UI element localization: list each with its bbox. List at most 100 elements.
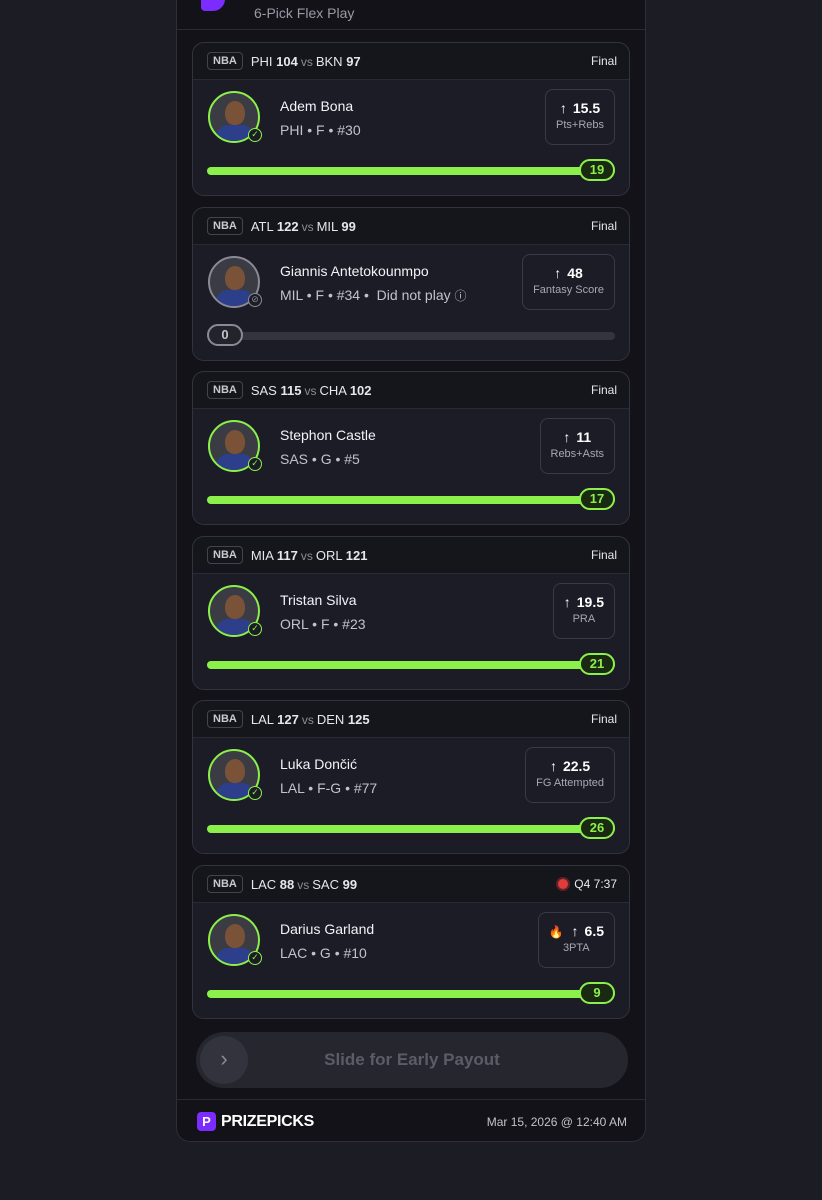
- pick-card[interactable]: NBA PHI 104 vs BKN 97 Final ✓ Adem Bona PH…: [192, 42, 630, 196]
- projection-value: 48: [567, 265, 583, 281]
- team1-abbr: MIA: [250, 547, 274, 563]
- game-status-text: Final: [590, 383, 617, 397]
- game-status: Final: [591, 219, 617, 233]
- game-status: Final: [591, 54, 617, 68]
- pick-card[interactable]: NBA ATL 122 vs MIL 99 Final ⊘ Giannis Ante…: [192, 207, 630, 361]
- progress-track: [207, 332, 615, 340]
- progress-track: [207, 661, 615, 669]
- player-details: PHI • F • #30: [280, 122, 361, 138]
- team2-score: 99: [341, 218, 356, 234]
- arrow-up-icon: ↑: [571, 923, 579, 939]
- team1-abbr: SAS: [250, 382, 277, 398]
- pick-card[interactable]: NBA LAC 88 vs SAC 99 Q4 7:37 ✓ Darius Garl…: [192, 865, 630, 1019]
- game-score: MIA 117 vs ORL 121: [251, 548, 368, 563]
- game-score: SAS 115 vs CHA 102: [251, 383, 372, 398]
- progress-fill: [207, 990, 615, 998]
- game-status: Q4 7:37: [558, 877, 617, 891]
- projection-box: ↑ 22.5 FG Attempted: [525, 747, 615, 803]
- projection-line: 🔥 ↑ 6.5: [549, 923, 604, 939]
- arrow-up-icon: ↑: [549, 758, 557, 774]
- game-status-text: Final: [590, 54, 617, 68]
- player-name: Luka Dončić: [280, 756, 358, 772]
- player-details: ORL • F • #23: [280, 616, 366, 632]
- player-headshot-icon: [225, 759, 245, 783]
- info-icon[interactable]: ⓘ: [455, 289, 467, 303]
- pick-card[interactable]: NBA MIA 117 vs ORL 121 Final ✓ Tristan Sil…: [192, 536, 630, 690]
- team2-score: 102: [349, 382, 372, 398]
- projection-stat: Fantasy Score: [533, 284, 604, 296]
- entry-footer: P PRIZEPICKS Mar 15, 2026 @ 12:40 AM: [177, 1099, 645, 1144]
- vs-label: vs: [301, 712, 314, 727]
- progress-fill: [207, 496, 615, 504]
- vs-label: vs: [304, 383, 317, 398]
- team2-abbr: DEN: [316, 711, 345, 727]
- progress-fill: [207, 825, 615, 833]
- team2-score: 125: [347, 711, 370, 727]
- team2-abbr: BKN: [315, 53, 343, 69]
- player-meta: SAS • G • #5: [280, 451, 360, 467]
- projection-line: ↑ 19.5: [564, 594, 604, 610]
- player-meta: PHI • F • #30: [280, 122, 361, 138]
- player-details: LAL • F-G • #77: [280, 780, 378, 796]
- actual-value-pill: 9: [579, 982, 615, 1004]
- pick-card[interactable]: NBA LAL 127 vs DEN 125 Final ✓ Luka Dončić…: [192, 700, 630, 854]
- arrow-up-icon: ↑: [559, 100, 567, 116]
- league-badge: NBA: [207, 381, 243, 399]
- game-status: Final: [591, 383, 617, 397]
- player-headshot-icon: [225, 101, 245, 125]
- league-badge: NBA: [207, 217, 243, 235]
- game-header: NBA MIA 117 vs ORL 121 Final: [193, 537, 629, 574]
- team1-abbr: ATL: [250, 218, 274, 234]
- prizepicks-logo-icon: P: [197, 1112, 216, 1131]
- actual-value-pill: 17: [579, 488, 615, 510]
- check-icon: ✓: [248, 951, 262, 965]
- progress-track: [207, 825, 615, 833]
- early-payout-slider[interactable]: › Slide for Early Payout: [196, 1032, 628, 1088]
- actual-value-pill: 26: [579, 817, 615, 839]
- projection-stat: 3PTA: [562, 942, 590, 954]
- actual-value-pill: 19: [579, 159, 615, 181]
- projection-value: 22.5: [562, 758, 591, 774]
- team2-abbr: SAC: [312, 876, 339, 892]
- pick-body: ✓ Darius Garland LAC • G • #10 🔥 ↑ 6.5 3PT…: [193, 903, 629, 1018]
- team2-abbr: MIL: [316, 218, 338, 234]
- actual-value-pill: 21: [579, 653, 615, 675]
- player-meta: ORL • F • #23: [280, 616, 366, 632]
- league-badge: NBA: [207, 875, 243, 893]
- brand-name: PRIZEPICKS: [221, 1113, 315, 1130]
- league-badge: NBA: [207, 546, 243, 564]
- entry-panel: 6-Pick Flex Play NBA PHI 104 vs BKN 97 Fin…: [176, 0, 646, 1142]
- projection-line: ↑ 11: [551, 429, 605, 445]
- pick-card[interactable]: NBA SAS 115 vs CHA 102 Final ✓ Stephon Cas…: [192, 371, 630, 525]
- pick-body: ⊘ Giannis Antetokounmpo MIL • F • #34 • …: [193, 245, 629, 360]
- team1-score: 104: [276, 53, 298, 69]
- player-details: LAC • G • #10: [280, 945, 367, 961]
- projection-value: 19.5: [576, 594, 604, 610]
- projection-line: ↑ 15.5: [556, 100, 604, 116]
- pick-body: ✓ Luka Dončić LAL • F-G • #77 ↑ 22.5 FG A…: [193, 738, 629, 853]
- check-icon: ✓: [248, 622, 262, 636]
- game-score: LAL 127 vs DEN 125: [251, 712, 370, 727]
- arrow-up-icon: ↑: [563, 594, 571, 610]
- pick-body: ✓ Tristan Silva ORL • F • #23 ↑ 19.5 PRA …: [193, 574, 629, 689]
- team2-score: 97: [346, 53, 361, 69]
- entry-timestamp: Mar 15, 2026 @ 12:40 AM: [486, 1115, 627, 1129]
- projection-stat: Pts+Rebs: [556, 119, 604, 131]
- game-header: NBA ATL 122 vs MIL 99 Final: [193, 208, 629, 245]
- game-header: NBA PHI 104 vs BKN 97 Final: [193, 43, 629, 80]
- projection-box: ↑ 11 Rebs+Asts: [539, 418, 615, 474]
- game-header: NBA SAS 115 vs CHA 102 Final: [193, 372, 629, 409]
- team1-abbr: PHI: [250, 53, 273, 69]
- team1-score: 122: [276, 218, 299, 234]
- team1-score: 88: [279, 876, 295, 892]
- prizepicks-mark-icon: [201, 0, 225, 11]
- pick-body: ✓ Adem Bona PHI • F • #30 ↑ 15.5 Pts+Rebs…: [193, 80, 629, 195]
- game-status-text: Final: [590, 219, 617, 233]
- flame-icon: 🔥: [548, 925, 564, 939]
- projection-line: ↑ 48: [533, 265, 604, 281]
- projection-box: ↑ 48 Fantasy Score: [522, 254, 615, 310]
- team1-abbr: LAL: [250, 711, 274, 727]
- projection-line: ↑ 22.5: [536, 758, 604, 774]
- game-score: PHI 104 vs BKN 97: [251, 54, 361, 69]
- game-header: NBA LAC 88 vs SAC 99 Q4 7:37: [193, 866, 629, 903]
